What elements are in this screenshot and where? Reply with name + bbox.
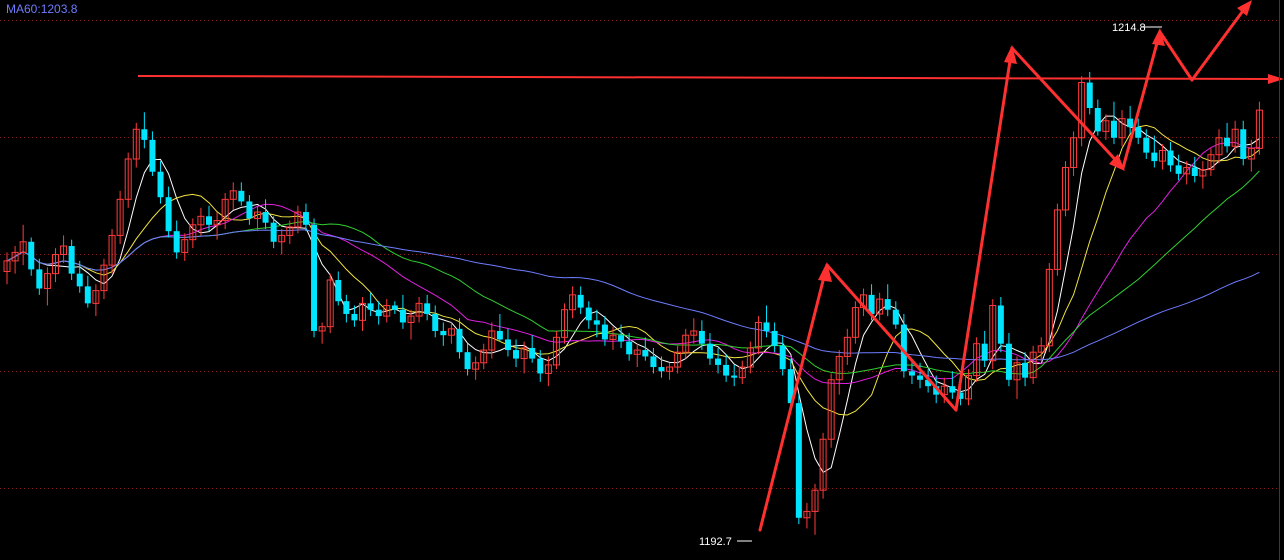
candle-body: [375, 309, 382, 317]
candle-body: [513, 350, 520, 359]
candle-body: [335, 280, 342, 302]
candle-body: [262, 212, 269, 223]
candle-body: [1005, 343, 1012, 380]
candle-body: [165, 197, 172, 232]
trend-segment: [1190, 2, 1250, 82]
candle-body: [1110, 120, 1117, 138]
candle-body: [238, 190, 245, 202]
candle-body: [537, 358, 544, 374]
candle-body: [585, 307, 592, 321]
low-price-label: 1192.7: [699, 536, 732, 548]
candle-body: [456, 328, 463, 353]
candle-body: [84, 286, 91, 304]
moving-average-lines: [6, 115, 1260, 474]
resistance-arrowhead: [1268, 74, 1284, 84]
candle-body: [464, 352, 471, 370]
candle-body: [1191, 167, 1198, 176]
ma20-line: [6, 141, 1260, 385]
candle-body: [1175, 165, 1182, 174]
candle-body: [351, 313, 358, 321]
candle-body: [650, 356, 657, 368]
candle-body: [795, 403, 802, 518]
trend-arrows: [137, 0, 1284, 532]
candle-body: [949, 386, 956, 393]
candle-body: [1224, 137, 1231, 147]
ma10-line: [6, 124, 1260, 416]
candle-body: [892, 309, 899, 325]
candle-body: [504, 339, 511, 351]
candle-body: [1094, 108, 1101, 132]
candle-body: [141, 129, 148, 140]
candle-body: [1143, 137, 1150, 153]
trend-segment: [1158, 30, 1194, 82]
candle-body: [577, 294, 584, 308]
candle-body: [618, 335, 625, 342]
candle-body: [343, 301, 350, 314]
candle-body: [1240, 129, 1247, 159]
candle-body: [601, 324, 608, 340]
candle-body: [1151, 152, 1158, 162]
ma60-line: [6, 229, 1260, 361]
candle-body: [884, 299, 891, 310]
candle-body: [763, 322, 770, 331]
high-price-label: 1214.8: [1112, 22, 1146, 34]
candles: [3, 71, 1263, 535]
candle-body: [593, 320, 600, 325]
trend-arrowhead: [1004, 45, 1017, 64]
candle-body: [642, 350, 649, 357]
candle-body: [779, 345, 786, 370]
candle-body: [68, 246, 75, 274]
candle-body: [529, 347, 536, 359]
candle-body: [270, 222, 277, 242]
candle-body: [658, 367, 665, 372]
trend-segment: [825, 263, 918, 367]
candle-body: [723, 364, 730, 376]
candle-body: [391, 305, 398, 310]
candle-body: [908, 371, 915, 376]
trend-segment: [1010, 46, 1125, 170]
candle-body: [36, 269, 43, 289]
candle-body: [432, 313, 439, 331]
candle-body: [149, 139, 156, 172]
candle-body: [997, 305, 1004, 344]
candle-body: [706, 343, 713, 359]
candle-body: [246, 201, 253, 219]
candle-body: [731, 375, 738, 378]
candle-body: [173, 231, 180, 253]
candle-body: [771, 330, 778, 346]
candle-body: [302, 212, 309, 225]
candle-body: [1022, 362, 1029, 378]
trend-arrowhead: [818, 262, 832, 282]
ma30-line: [6, 170, 1260, 375]
candle-body: [440, 330, 447, 336]
candle-body: [28, 241, 35, 270]
candle-body: [626, 341, 633, 355]
resistance-line: [137, 75, 1276, 80]
candle-body: [1086, 82, 1093, 109]
candle-body: [206, 216, 212, 225]
candle-body: [424, 303, 431, 314]
candle-body: [1167, 150, 1174, 166]
candle-body: [1135, 127, 1142, 138]
candle-body: [76, 273, 83, 287]
candle-body: [981, 343, 988, 361]
candle-body: [715, 358, 722, 365]
candle-body: [698, 330, 705, 344]
candle-body: [1127, 118, 1134, 128]
candle-body: [311, 224, 318, 331]
candle-body: [399, 309, 406, 323]
candle-body: [496, 330, 503, 340]
candle-body: [157, 171, 164, 198]
candle-body: [917, 375, 924, 380]
candle-body: [367, 303, 374, 310]
candlestick-chart: 1214.8 1192.7: [0, 0, 1284, 560]
